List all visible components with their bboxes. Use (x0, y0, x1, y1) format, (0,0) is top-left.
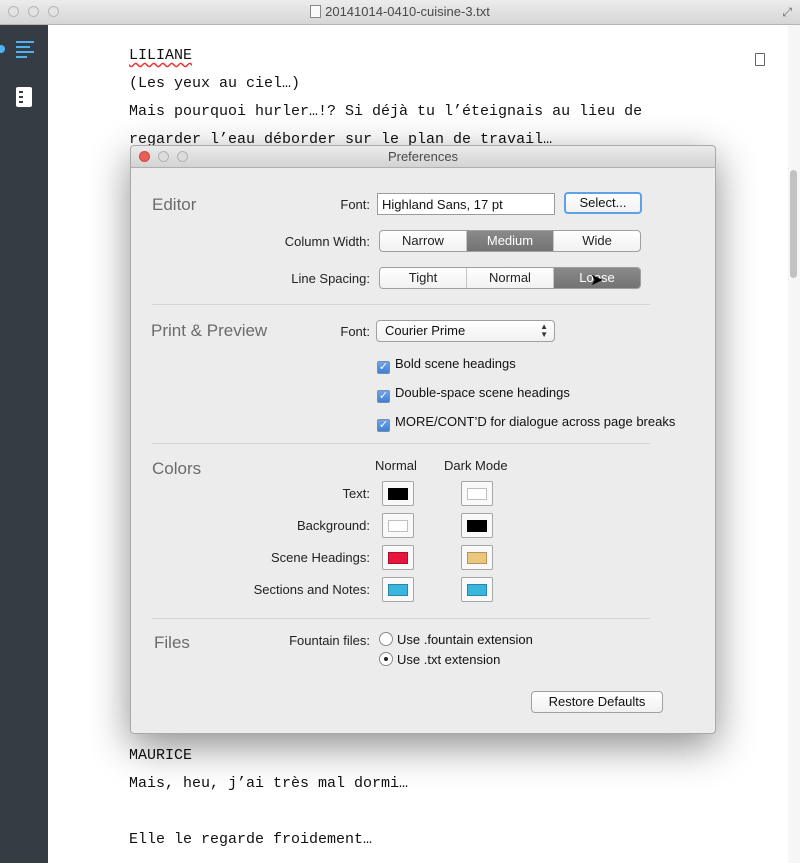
scrollbar-thumb[interactable] (790, 170, 797, 278)
radio-label: Use .fountain extension (397, 632, 533, 647)
files-section-heading: Files (154, 633, 190, 652)
dialogue-line: Mais pourquoi hurler…!? Si déjà tu l’éte… (129, 103, 643, 120)
line-spacing-label: Line Spacing: (291, 271, 370, 286)
column-width-control[interactable]: Narrow Medium Wide (379, 230, 641, 252)
dialogue-line: Mais, heu, j’ai très mal dormi… (129, 775, 409, 792)
active-indicator (0, 45, 5, 53)
radio-circle (379, 632, 393, 646)
editor-font-field[interactable]: Highland Sans, 17 pt (377, 193, 555, 215)
divider (152, 443, 650, 444)
character-line: MAURICE (129, 747, 193, 764)
column-width-wide[interactable]: Wide (553, 231, 640, 251)
line-spacing-normal[interactable]: Normal (466, 268, 553, 288)
txt-extension-radio[interactable]: Use .txt extension (379, 652, 500, 667)
checkmark-icon: ✓ (377, 361, 390, 374)
checkbox-label: Bold scene headings (395, 356, 516, 371)
normal-column-header: Normal (375, 458, 417, 473)
popup-arrows-icon: ▲ ▼ (540, 322, 548, 339)
sidebar (0, 25, 48, 863)
checkbox-label: Double-space scene headings (395, 385, 570, 400)
preferences-titlebar: Preferences (131, 146, 715, 168)
sections-notes-dark-color-well[interactable] (461, 577, 493, 602)
divider (152, 618, 650, 619)
print-font-popup[interactable]: Courier Prime ▲ ▼ (376, 320, 555, 342)
select-font-button[interactable]: Select... (564, 192, 642, 214)
editor-font-label: Font: (340, 197, 370, 212)
preferences-title: Preferences (387, 149, 459, 164)
sections-notes-color-label: Sections and Notes: (253, 582, 370, 597)
window-title-text: 20141014-0410-cuisine-3.txt (325, 4, 490, 19)
restore-defaults-button[interactable]: Restore Defaults (531, 691, 663, 713)
scrollbar[interactable] (788, 25, 800, 863)
text-dark-color-well[interactable] (461, 481, 493, 506)
column-width-medium[interactable]: Medium (466, 231, 553, 251)
double-space-checkbox[interactable]: ✓ Double-space scene headings (377, 385, 570, 403)
background-color-label: Background: (297, 518, 370, 533)
line-spacing-tight[interactable]: Tight (380, 268, 466, 288)
colors-section-heading: Colors (152, 459, 202, 478)
background-dark-color-well[interactable] (461, 513, 493, 538)
background-normal-color-well[interactable] (382, 513, 414, 538)
parenthetical-line: (Les yeux au ciel…) (129, 75, 301, 92)
bold-scene-headings-checkbox[interactable]: ✓ Bold scene headings (377, 356, 516, 374)
dark-mode-column-header: Dark Mode (444, 458, 508, 473)
radio-circle-selected (379, 652, 393, 666)
print-font-label: Font: (340, 324, 370, 339)
preferences-window: Preferences Editor Font: Highland Sans, … (130, 145, 716, 734)
scene-headings-normal-color-well[interactable] (382, 545, 414, 570)
column-width-label: Column Width: (284, 234, 370, 249)
text-color-label: Text: (342, 486, 370, 501)
fountain-extension-radio[interactable]: Use .fountain extension (379, 632, 533, 647)
document-icon (310, 5, 322, 18)
window-title: 20141014-0410-cuisine-3.txt (0, 4, 800, 19)
text-normal-color-well[interactable] (382, 481, 414, 506)
page-view-icon[interactable] (755, 53, 765, 66)
mouse-cursor-icon: ➤ (590, 272, 604, 289)
editor-section-heading: Editor (152, 195, 197, 214)
column-width-narrow[interactable]: Narrow (380, 231, 466, 251)
radio-label: Use .txt extension (397, 652, 501, 667)
checkbox-label: MORE/CONT’D for dialogue across page bre… (395, 414, 676, 429)
print-font-value: Courier Prime (385, 323, 466, 338)
more-contd-checkbox[interactable]: ✓ MORE/CONT’D for dialogue across page br… (377, 414, 675, 432)
divider (152, 304, 650, 305)
scene-headings-dark-color-well[interactable] (461, 545, 493, 570)
scene-headings-color-label: Scene Headings: (270, 550, 370, 565)
character-line: LILIANE (129, 47, 193, 64)
print-section-heading: Print & Preview (151, 321, 268, 340)
outline-icon[interactable] (16, 41, 34, 61)
action-line: Elle le regarde froidement… (129, 831, 373, 848)
window-titlebar: 20141014-0410-cuisine-3.txt ⤢ (0, 0, 800, 25)
fullscreen-icon[interactable]: ⤢ (782, 5, 792, 20)
fountain-files-label: Fountain files: (289, 633, 370, 648)
checkmark-icon: ✓ (377, 419, 390, 432)
sections-notes-normal-color-well[interactable] (382, 577, 414, 602)
index-cards-icon[interactable] (16, 87, 32, 107)
checkmark-icon: ✓ (377, 390, 390, 403)
